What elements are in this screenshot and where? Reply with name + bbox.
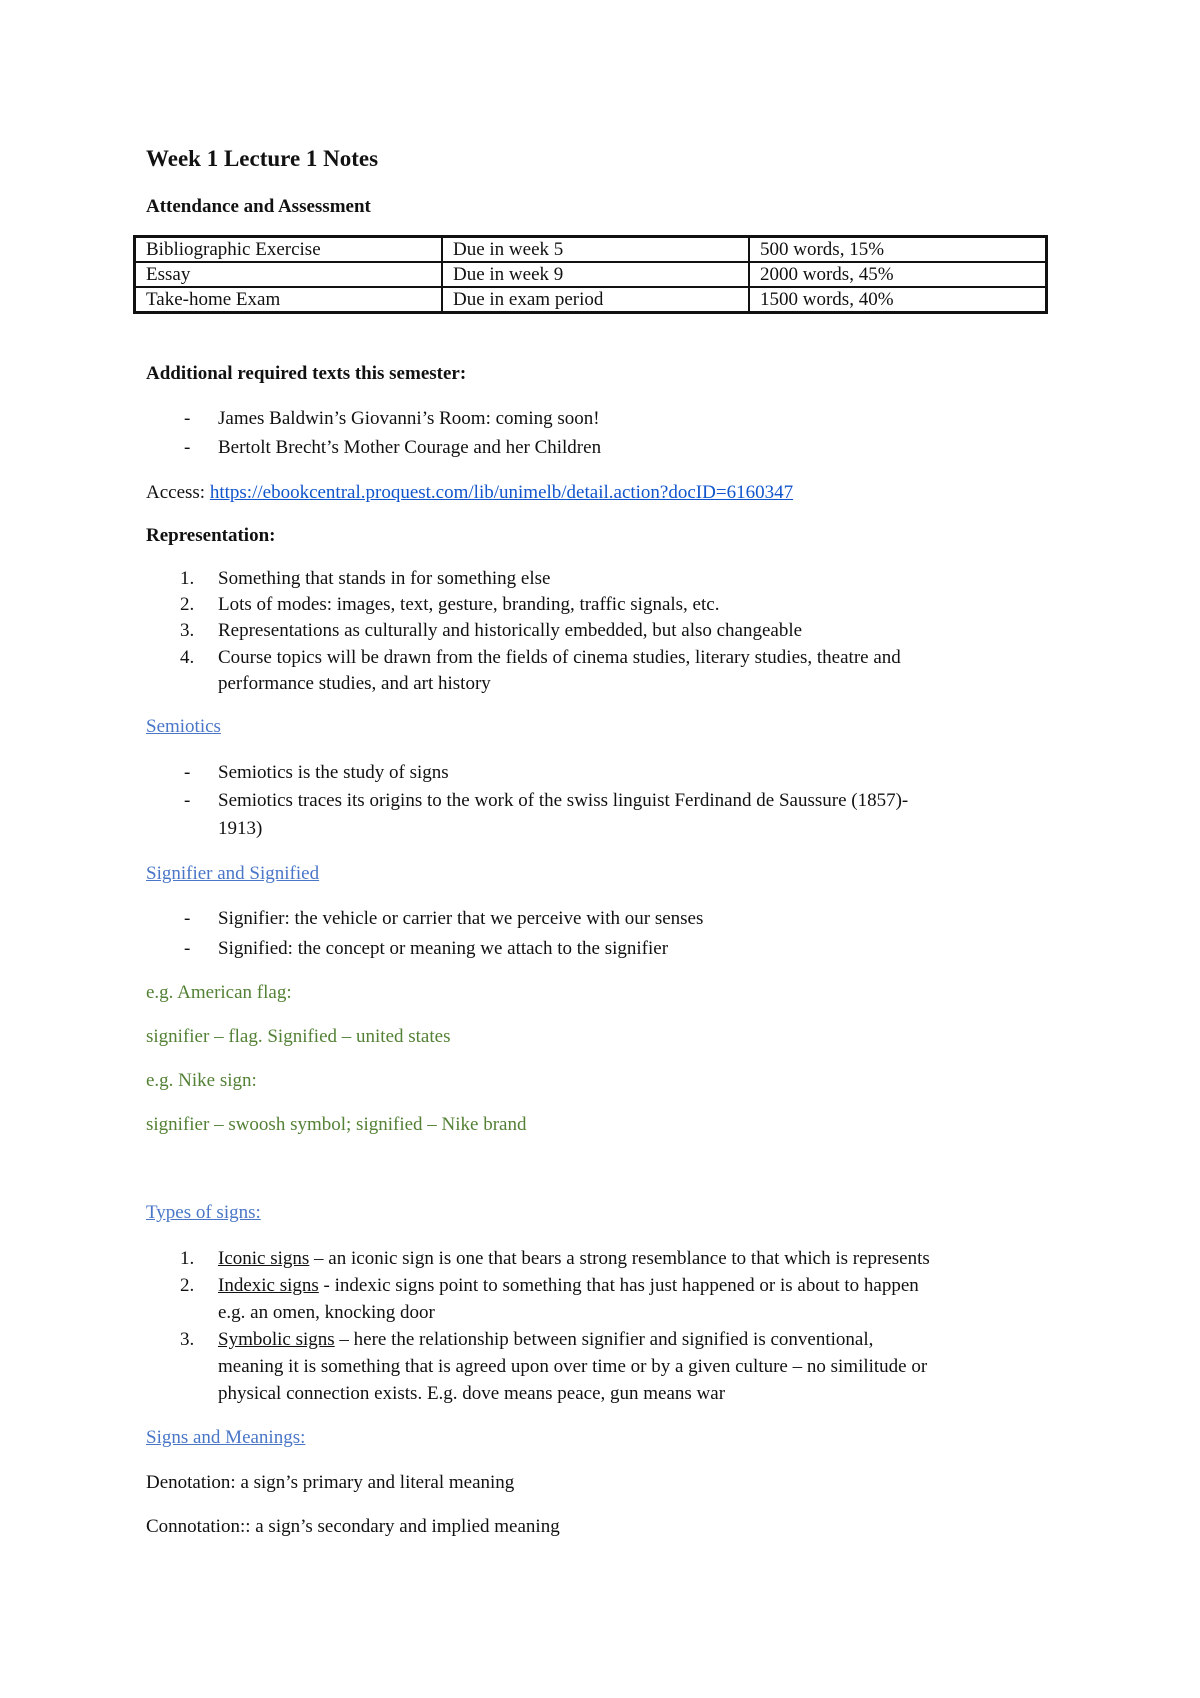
list-item: James Baldwin’s Giovanni’s Room: coming … bbox=[218, 408, 600, 429]
list-item-continuation: physical connection exists. E.g. dove me… bbox=[218, 1383, 726, 1404]
table-cell: Bibliographic Exercise bbox=[133, 235, 443, 263]
semiotics-heading: Semiotics bbox=[146, 716, 221, 737]
signifier-signified-heading: Signifier and Signified bbox=[146, 863, 320, 884]
document-page: Week 1 Lecture 1 Notes Attendance and As… bbox=[0, 0, 1200, 1698]
list-number: 4. bbox=[180, 647, 195, 668]
list-number: 1. bbox=[180, 1248, 195, 1269]
bullet-dash: - bbox=[184, 762, 191, 783]
bullet-dash: - bbox=[184, 908, 191, 929]
table-row: Take-home Exam Due in exam period 1500 w… bbox=[133, 286, 1048, 314]
attendance-heading: Attendance and Assessment bbox=[146, 196, 371, 217]
table-cell: 1500 words, 40% bbox=[748, 286, 1048, 314]
bullet-dash: - bbox=[184, 437, 191, 458]
list-item: Course topics will be drawn from the fie… bbox=[218, 647, 901, 668]
denotation-text: Denotation: a sign’s primary and literal… bbox=[146, 1472, 515, 1493]
table-row: Bibliographic Exercise Due in week 5 500… bbox=[133, 235, 1048, 263]
bullet-dash: - bbox=[184, 408, 191, 429]
list-item: Lots of modes: images, text, gesture, br… bbox=[218, 594, 720, 615]
list-item-continuation: e.g. an omen, knocking door bbox=[218, 1302, 435, 1323]
list-number: 3. bbox=[180, 620, 195, 641]
list-number: 2. bbox=[180, 594, 195, 615]
example-text: e.g. American flag: bbox=[146, 982, 292, 1003]
term-definition: – an iconic sign is one that bears a str… bbox=[309, 1248, 930, 1269]
table-row: Essay Due in week 9 2000 words, 45% bbox=[133, 261, 1048, 288]
types-of-signs-heading: Types of signs: bbox=[146, 1202, 261, 1223]
table-cell: 2000 words, 45% bbox=[748, 261, 1048, 288]
table-cell: Due in week 5 bbox=[441, 235, 750, 263]
list-item: Something that stands in for something e… bbox=[218, 568, 551, 589]
list-item: Semiotics traces its origins to the work… bbox=[218, 790, 909, 811]
access-link[interactable]: https://ebookcentral.proquest.com/lib/un… bbox=[210, 482, 793, 503]
assessment-table: Bibliographic Exercise Due in week 5 500… bbox=[133, 235, 1048, 314]
table-cell: 500 words, 15% bbox=[748, 235, 1048, 263]
required-texts-heading: Additional required texts this semester: bbox=[146, 363, 467, 384]
list-item-continuation: performance studies, and art history bbox=[218, 673, 491, 694]
list-number: 3. bbox=[180, 1329, 195, 1350]
bullet-dash: - bbox=[184, 938, 191, 959]
example-text: signifier – flag. Signified – united sta… bbox=[146, 1026, 451, 1047]
access-line: Access: https://ebookcentral.proquest.co… bbox=[146, 482, 793, 504]
term-indexic-signs: Indexic signs bbox=[218, 1275, 319, 1296]
page-title: Week 1 Lecture 1 Notes bbox=[146, 146, 379, 171]
term-iconic-signs: Iconic signs bbox=[218, 1248, 310, 1269]
list-item: Symbolic signs – here the relationship b… bbox=[218, 1329, 873, 1351]
list-item: Bertolt Brecht’s Mother Courage and her … bbox=[218, 437, 602, 458]
list-item: Indexic signs - indexic signs point to s… bbox=[218, 1275, 919, 1297]
term-definition: - indexic signs point to something that … bbox=[318, 1275, 919, 1296]
table-cell: Due in exam period bbox=[441, 286, 750, 314]
bullet-dash: - bbox=[184, 790, 191, 811]
example-text: signifier – swoosh symbol; signified – N… bbox=[146, 1114, 527, 1135]
table-cell: Due in week 9 bbox=[441, 261, 750, 288]
table-cell: Essay bbox=[133, 261, 443, 288]
representation-heading: Representation: bbox=[146, 525, 276, 546]
example-text: e.g. Nike sign: bbox=[146, 1070, 257, 1091]
list-item: Signified: the concept or meaning we att… bbox=[218, 938, 669, 959]
table-cell: Take-home Exam bbox=[133, 286, 443, 314]
list-item: Signifier: the vehicle or carrier that w… bbox=[218, 908, 704, 929]
list-item: Representations as culturally and histor… bbox=[218, 620, 803, 641]
term-symbolic-signs: Symbolic signs bbox=[218, 1329, 335, 1350]
list-item: Iconic signs – an iconic sign is one tha… bbox=[218, 1248, 930, 1270]
connotation-text: Connotation:: a sign’s secondary and imp… bbox=[146, 1516, 560, 1537]
list-item: Semiotics is the study of signs bbox=[218, 762, 449, 783]
list-item-continuation: 1913) bbox=[218, 818, 263, 839]
term-definition: – here the relationship between signifie… bbox=[334, 1329, 874, 1350]
list-number: 2. bbox=[180, 1275, 195, 1296]
list-item-continuation: meaning it is something that is agreed u… bbox=[218, 1356, 928, 1377]
list-number: 1. bbox=[180, 568, 195, 589]
access-label: Access: bbox=[146, 482, 210, 503]
signs-meanings-heading: Signs and Meanings: bbox=[146, 1427, 306, 1448]
